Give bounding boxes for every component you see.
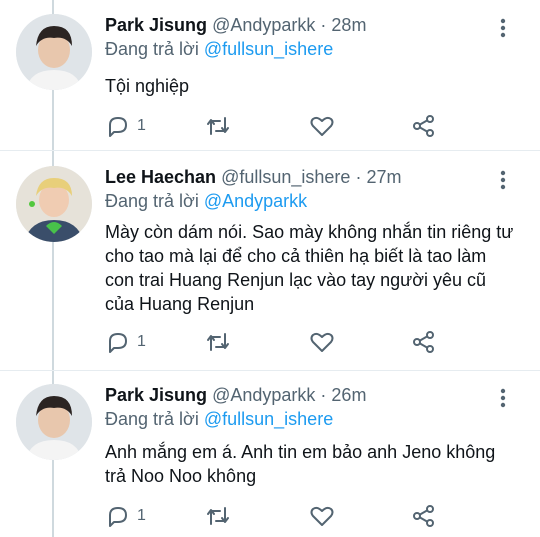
retweet-button[interactable] — [205, 328, 231, 356]
tweet-divider — [0, 370, 540, 371]
replying-to: Đang trả lời @Andyparkk — [105, 190, 307, 212]
retweet-button[interactable] — [205, 112, 231, 140]
tweet-header: Lee Haechan @fullsun_ishere · 27m — [105, 166, 401, 188]
separator-dot: · — [320, 385, 327, 405]
timestamp[interactable]: 26m — [331, 385, 366, 405]
replying-to: Đang trả lời @fullsun_ishere — [105, 408, 333, 430]
tweet-actions: 1 — [105, 502, 445, 530]
tweet-text: Anh mắng em á. Anh tin em bảo anh Jeno k… — [105, 442, 496, 486]
retweet-icon — [207, 507, 229, 525]
share-button[interactable] — [411, 112, 437, 140]
replying-to-link[interactable]: @fullsun_ishere — [204, 39, 333, 59]
tweet[interactable]: Lee Haechan @fullsun_ishere · 27m Đang t… — [0, 166, 540, 366]
reply-button[interactable]: 1 — [105, 502, 146, 530]
timestamp[interactable]: 28m — [331, 15, 366, 35]
like-button[interactable] — [309, 328, 335, 356]
replying-to-label: Đang trả lời — [105, 39, 199, 59]
replying-to: Đang trả lời @fullsun_ishere — [105, 38, 333, 60]
share-icon — [413, 331, 434, 353]
retweet-icon — [207, 117, 229, 135]
avatar-photo-icon — [16, 14, 92, 90]
tweet-divider — [0, 150, 540, 151]
user-handle[interactable]: @fullsun_ishere — [221, 167, 350, 187]
reply-icon — [109, 117, 127, 137]
replying-to-label: Đang trả lời — [105, 409, 199, 429]
tweet[interactable]: Park Jisung @Andyparkk · 28m Đang trả lờ… — [0, 14, 540, 144]
tweet-actions: 1 — [105, 112, 445, 140]
more-icon[interactable] — [496, 170, 510, 190]
like-button[interactable] — [309, 112, 335, 140]
like-icon — [310, 506, 334, 526]
reply-count: 1 — [137, 333, 146, 350]
like-icon — [310, 116, 334, 136]
more-icon[interactable] — [496, 18, 510, 38]
share-icon — [413, 115, 434, 137]
avatar-photo-icon — [16, 166, 92, 242]
like-icon — [310, 332, 334, 352]
like-button[interactable] — [309, 502, 335, 530]
user-handle[interactable]: @Andyparkk — [212, 385, 315, 405]
tweet-header: Park Jisung @Andyparkk · 26m — [105, 384, 366, 406]
reply-icon — [109, 333, 127, 353]
replying-to-link[interactable]: @fullsun_ishere — [204, 409, 333, 429]
retweet-icon — [207, 333, 229, 351]
tweet-text: Tội nghiệp — [105, 76, 190, 96]
tweet[interactable]: Park Jisung @Andyparkk · 26m Đang trả lờ… — [0, 384, 540, 534]
reply-count: 1 — [137, 117, 146, 134]
avatar[interactable] — [16, 384, 92, 460]
timestamp[interactable]: 27m — [366, 167, 401, 187]
avatar-photo-icon — [16, 384, 92, 460]
display-name[interactable]: Park Jisung — [105, 15, 207, 35]
separator-dot: · — [355, 167, 362, 187]
display-name[interactable]: Park Jisung — [105, 385, 207, 405]
share-button[interactable] — [411, 328, 437, 356]
replying-to-link[interactable]: @Andyparkk — [204, 191, 307, 211]
tweet-actions: 1 — [105, 328, 445, 356]
retweet-button[interactable] — [205, 502, 231, 530]
tweet-text: Mày còn dám nói. Sao mày không nhắn tin … — [105, 222, 514, 314]
display-name[interactable]: Lee Haechan — [105, 167, 216, 187]
share-icon — [413, 505, 434, 527]
more-icon[interactable] — [496, 388, 510, 408]
reply-count: 1 — [137, 507, 146, 524]
replying-to-label: Đang trả lời — [105, 191, 199, 211]
avatar[interactable] — [16, 166, 92, 242]
user-handle[interactable]: @Andyparkk — [212, 15, 315, 35]
reply-icon — [109, 507, 127, 527]
avatar[interactable] — [16, 14, 92, 90]
tweet-header: Park Jisung @Andyparkk · 28m — [105, 14, 366, 36]
reply-button[interactable]: 1 — [105, 112, 146, 140]
reply-button[interactable]: 1 — [105, 328, 146, 356]
share-button[interactable] — [411, 502, 437, 530]
separator-dot: · — [320, 15, 327, 35]
